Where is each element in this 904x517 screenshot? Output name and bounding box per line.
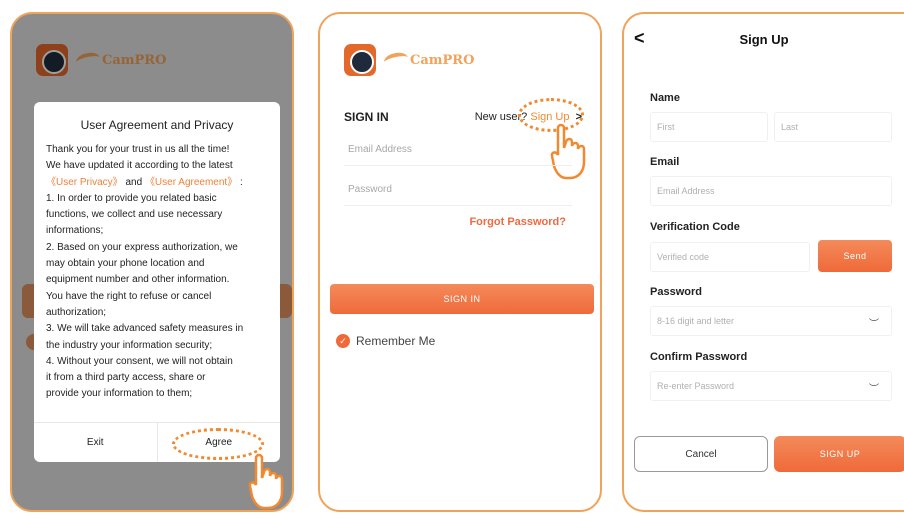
agreement-line: may obtain your phone location and	[46, 258, 205, 270]
dialog-body: Thank you for your trust in us all the t…	[46, 142, 268, 403]
email-field[interactable]: Email Address	[650, 176, 892, 206]
first-name-field[interactable]: First	[650, 112, 768, 142]
confirm-password-placeholder: Re-enter Password	[657, 381, 735, 391]
agreement-line: functions, we collect and use necessary	[46, 209, 223, 221]
signin-title: SIGN IN	[344, 110, 389, 124]
agreement-line: You have the right to refuse or cancel	[46, 290, 212, 302]
dialog-title: User Agreement and Privacy	[80, 118, 234, 132]
signin-screen: CamPRO SIGN IN New user? Sign Up > Email…	[318, 12, 602, 512]
colon-text: :	[239, 176, 243, 188]
signin-button[interactable]: SIGN IN	[330, 284, 594, 314]
agreement-line: 3. We will take advanced safety measures…	[46, 323, 244, 335]
bird-logo-icon	[74, 50, 102, 70]
agreement-line: 4. Without your consent, we will not obt…	[46, 355, 233, 367]
agreement-line: equipment number and other information.	[46, 274, 230, 286]
email-label: Email	[650, 156, 680, 168]
eye-closed-icon[interactable]: ︶	[869, 315, 879, 330]
camera-logo-icon	[36, 44, 68, 76]
forgot-password-link[interactable]: Forgot Password?	[469, 216, 566, 228]
brand-name: CamPRO	[102, 52, 167, 68]
agreement-line: 1. In order to provide you related basic	[46, 192, 217, 204]
remember-me[interactable]: ✓ Remember Me	[336, 334, 435, 348]
agreement-line: informations;	[46, 225, 104, 237]
brand-name: CamPRO	[410, 52, 475, 68]
agreement-line: it from a third party access, share or	[46, 372, 206, 384]
confirm-password-label: Confirm Password	[650, 351, 748, 363]
agreement-line: provide your information to them;	[46, 388, 193, 400]
signup-button[interactable]: SIGN UP	[774, 436, 904, 472]
app-logo: CamPRO	[344, 44, 474, 76]
page-title: Sign Up	[739, 32, 789, 47]
agreement-line: authorization;	[46, 306, 107, 318]
confirm-password-field[interactable]: Re-enter Password ︶	[650, 371, 892, 401]
exit-button[interactable]: Exit	[34, 423, 157, 462]
agreement-line: 2. Based on your express authorization, …	[46, 241, 238, 253]
agreement-line: the industry your information security;	[46, 339, 213, 351]
password-label: Password	[650, 286, 702, 298]
password-field[interactable]: Password	[344, 174, 572, 206]
password-field[interactable]: 8-16 digit and letter ︶	[650, 306, 892, 336]
bird-logo-icon	[382, 50, 410, 70]
pointing-hand-icon	[248, 452, 292, 510]
last-name-field[interactable]: Last	[774, 112, 892, 142]
name-label: Name	[650, 92, 680, 104]
app-logo: CamPRO	[36, 44, 166, 76]
user-privacy-link[interactable]: 《User Privacy》	[46, 177, 123, 188]
agreement-line: Thank you for your trust in us all the t…	[46, 144, 230, 155]
verification-code-field[interactable]: Verified code	[650, 242, 810, 272]
eye-closed-icon[interactable]: ︶	[869, 380, 879, 395]
and-text: and	[125, 176, 143, 188]
agreement-line: We have updated it according to the late…	[46, 160, 233, 172]
password-placeholder: 8-16 digit and letter	[657, 316, 735, 326]
email-field[interactable]: Email Address	[344, 134, 572, 166]
agreement-screen: CamPRO User Agreement and Privacy Thank …	[10, 12, 294, 512]
send-code-button[interactable]: Send	[818, 240, 892, 272]
agreement-dialog: User Agreement and Privacy Thank you for…	[34, 102, 280, 462]
check-icon[interactable]: ✓	[336, 334, 350, 348]
cancel-button[interactable]: Cancel	[634, 436, 768, 472]
agreement-links: 《User Privacy》 and 《User Agreement》 :	[46, 175, 268, 191]
user-agreement-link[interactable]: 《User Agreement》	[145, 177, 237, 188]
camera-logo-icon	[344, 44, 376, 76]
verification-label: Verification Code	[650, 221, 740, 233]
signup-screen: < Sign Up Name First Last Email Email Ad…	[622, 12, 904, 512]
remember-label: Remember Me	[356, 334, 436, 348]
